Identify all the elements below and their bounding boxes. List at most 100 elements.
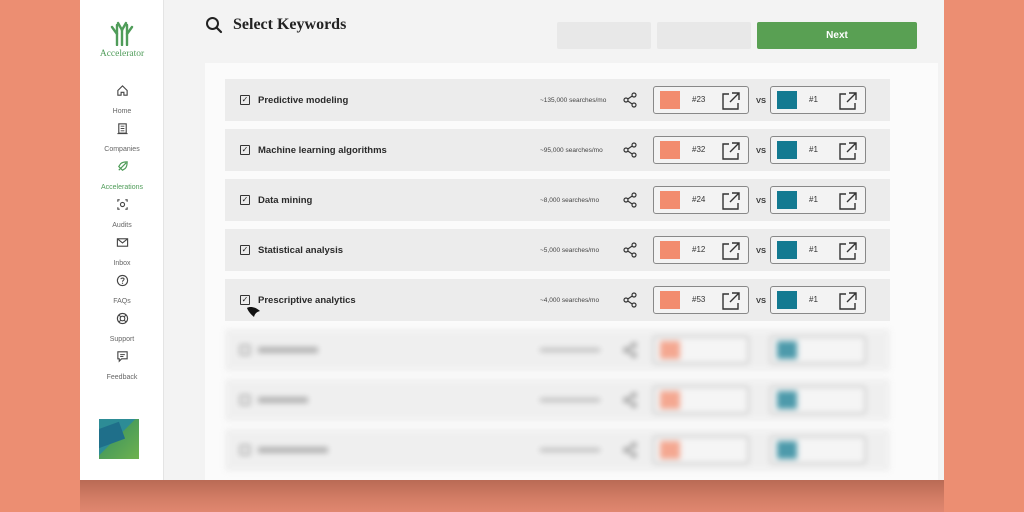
blurred-keyword-row [225,329,890,371]
keyword-checkbox [240,445,250,455]
competitor-rank: #1 [809,95,818,104]
keyword-row[interactable]: ✓ Predictive modeling ~135,000 searches/… [225,79,890,121]
chat-icon [116,351,128,363]
own-rank-box[interactable]: #53 [653,286,749,314]
keyword-checkbox[interactable]: ✓ [240,145,250,155]
keyword-row[interactable]: ✓ Data mining ~8,000 searches/mo #24 VS … [225,179,890,221]
audit-icon [116,199,128,210]
competitor-rank: #1 [809,295,818,304]
search-volume: ~8,000 searches/mo [540,196,600,204]
tree-logo-icon [110,21,134,46]
keyword-row[interactable]: ✓ Statistical analysis ~5,000 searches/m… [225,229,890,271]
building-icon [116,123,128,135]
sidebar: Accelerator Home Companies Accelerations… [80,0,164,480]
external-link-icon[interactable] [838,141,858,161]
app-logo[interactable]: Accelerator [80,20,164,59]
page-title: Select Keywords [233,16,347,33]
external-link-icon[interactable] [721,191,741,211]
keyword-checkbox [240,345,250,355]
blurred-search-volume [540,448,600,452]
keyword-checkbox[interactable]: ✓ [240,245,250,255]
external-link-icon[interactable] [721,241,741,261]
avatar[interactable] [99,419,139,459]
keyword-panel: ✓ Predictive modeling ~135,000 searches/… [205,63,938,480]
header-placeholder-button-2[interactable] [657,22,751,49]
blurred-keyword-row [225,379,890,421]
keyword-label: Machine learning algorithms [258,144,387,156]
share-icon[interactable] [623,92,637,108]
search-icon[interactable] [205,16,223,34]
app-name: Accelerator [99,49,145,59]
blurred-keyword-label [258,447,328,453]
external-link-icon[interactable] [721,141,741,161]
sidebar-item-label: Companies [104,146,140,153]
competitor-rank-box[interactable]: #1 [770,186,866,214]
own-color-swatch [660,441,680,459]
own-rank-box[interactable]: #23 [653,86,749,114]
external-link-icon[interactable] [838,191,858,211]
competitor-color-swatch [777,341,797,359]
external-link-icon[interactable] [838,241,858,261]
sidebar-item-accelerations[interactable]: Accelerations [80,160,164,198]
share-icon[interactable] [623,292,637,308]
own-rank-box[interactable]: #32 [653,136,749,164]
question-icon [116,274,128,287]
share-icon [623,392,637,408]
competitor-rank-box[interactable]: #1 [770,86,866,114]
own-color-swatch [660,391,680,409]
keyword-row[interactable]: ✓ Prescriptive analytics ~4,000 searches… [225,279,890,321]
keyword-label: Prescriptive analytics [258,294,356,306]
external-link-icon[interactable] [838,291,858,311]
sidebar-item-audits[interactable]: Audits [80,198,164,236]
competitor-color-swatch [777,191,797,209]
keyword-checkbox[interactable]: ✓ [240,295,250,305]
external-link-icon[interactable] [721,91,741,111]
keyword-checkbox[interactable]: ✓ [240,195,250,205]
vs-label: VS [756,145,767,155]
own-color-swatch [660,141,680,159]
sidebar-item-label: Home [112,108,132,115]
competitor-rank-box[interactable]: #1 [770,286,866,314]
own-rank: #12 [692,245,706,254]
competitor-rank-box[interactable]: #1 [770,136,866,164]
sidebar-item-faqs[interactable]: FAQs [80,274,164,312]
competitor-rank: #1 [809,145,818,154]
competitor-rank-box[interactable]: #1 [770,236,866,264]
own-rank-box[interactable]: #24 [653,186,749,214]
external-link-icon[interactable] [838,91,858,111]
sidebar-item-label: FAQs [113,298,131,305]
share-icon[interactable] [623,192,637,208]
sidebar-item-inbox[interactable]: Inbox [80,236,164,274]
search-volume: ~135,000 searches/mo [540,96,607,104]
own-rank: #32 [692,145,706,154]
external-link-icon[interactable] [721,291,741,311]
sidebar-item-label: Feedback [106,374,138,381]
sidebar-item-support[interactable]: Support [80,312,164,350]
sidebar-item-label: Support [109,336,135,343]
competitor-color-swatch [777,441,797,459]
sidebar-item-home[interactable]: Home [80,84,164,122]
backdrop-shadow [80,480,944,512]
blurred-keyword-row [225,429,890,471]
share-icon [623,442,637,458]
competitor-color-swatch [777,91,797,109]
vs-label: VS [756,295,767,305]
sidebar-item-label: Inbox [113,260,131,267]
keyword-row[interactable]: ✓ Machine learning algorithms ~95,000 se… [225,129,890,171]
share-icon[interactable] [623,142,637,158]
mail-icon [116,238,128,247]
blurred-search-volume [540,398,600,402]
sidebar-item-feedback[interactable]: Feedback [80,350,164,388]
share-icon[interactable] [623,242,637,258]
next-button[interactable]: Next [757,22,917,49]
mouse-cursor-icon [247,307,260,317]
keyword-label: Statistical analysis [258,244,344,256]
own-rank: #53 [692,295,706,304]
header-placeholder-button-1[interactable] [557,22,651,49]
keyword-checkbox[interactable]: ✓ [240,95,250,105]
own-rank-box[interactable]: #12 [653,236,749,264]
competitor-rank-box [770,436,866,464]
rocket-icon [117,161,128,171]
competitor-rank-box [770,386,866,414]
sidebar-item-companies[interactable]: Companies [80,122,164,160]
